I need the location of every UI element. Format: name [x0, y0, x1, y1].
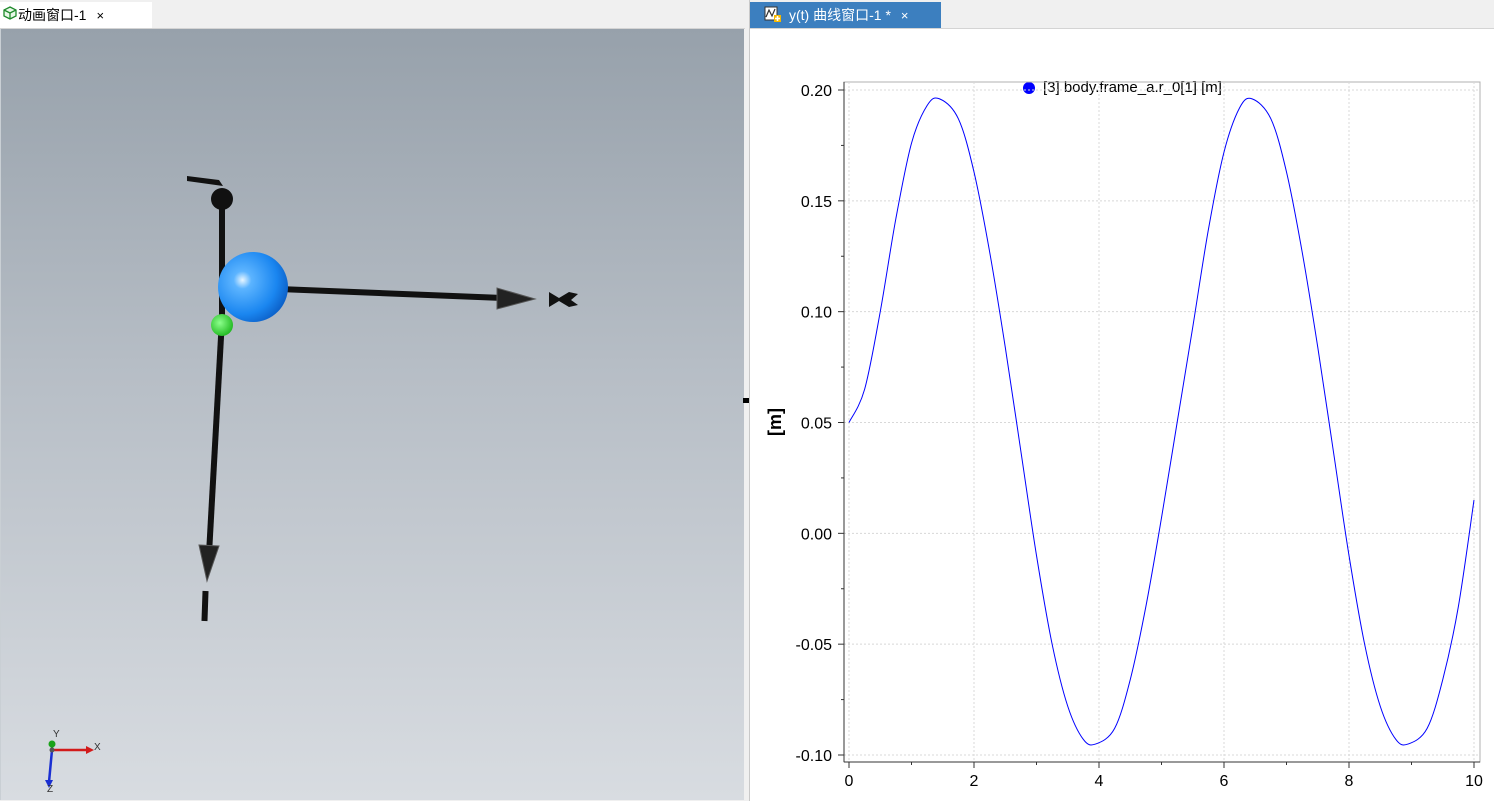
- right-tab-bar: y(t) 曲线窗口-1 * ×: [750, 0, 1494, 29]
- orientation-triad: [45, 740, 94, 788]
- x-axis-rod: [252, 285, 504, 301]
- tab-title: 动画窗口-1: [18, 7, 87, 23]
- close-icon[interactable]: ×: [96, 9, 104, 22]
- animation-pane: 动画窗口-1 × X Y Z: [0, 0, 745, 801]
- pivot-joint: [211, 188, 233, 210]
- y-tick-label: 0.00: [801, 526, 832, 543]
- tab-animation-window[interactable]: 动画窗口-1 ×: [0, 2, 152, 28]
- 3d-scene: X Y Z: [45, 176, 578, 795]
- left-tab-bar: 动画窗口-1 ×: [0, 0, 745, 29]
- series-line: [848, 97, 1475, 746]
- axis-label-glyph-bottom: [201, 590, 209, 622]
- tab-title: y(t) 曲线窗口-1 *: [789, 7, 891, 23]
- x-axis-arrowhead: [496, 287, 537, 310]
- y-tick-label: -0.10: [796, 748, 833, 765]
- green-marker: [211, 314, 233, 336]
- line-chart: 0 2 4 6 8 10 0.20 0.15 0.10 0.05 0.00 -0.05 -0.10 [m]: [765, 81, 1483, 790]
- triad-y-label: Y: [53, 729, 60, 740]
- 3d-viewport[interactable]: X Y Z: [0, 29, 744, 800]
- y-tick-label: 0.05: [801, 416, 832, 433]
- y-tick-label: 0.15: [801, 194, 832, 211]
- x-tick-label: 2: [970, 773, 979, 790]
- x-tick-label: 0: [845, 773, 854, 790]
- body-sphere: [218, 252, 288, 322]
- y-axis-label: [m]: [765, 408, 785, 436]
- axis-label-glyph-top: [187, 176, 223, 186]
- y-tick-label: 0.10: [801, 305, 832, 322]
- y-tick-label: -0.05: [796, 637, 833, 654]
- triad-z-label: Z: [47, 784, 53, 795]
- x-tick-label: 8: [1345, 773, 1354, 790]
- triad-x-label: X: [94, 742, 101, 753]
- z-axis-rod: [206, 318, 225, 555]
- x-tick-label: 10: [1465, 773, 1483, 790]
- x-tick-label: 4: [1095, 773, 1104, 790]
- cube-icon: [3, 6, 17, 20]
- y-tick-label: 0.20: [801, 83, 832, 100]
- plot-area[interactable]: [3] body.frame_a.r_0[1] [m] 0 2 4 6 8 10 0.20 0…: [750, 29, 1494, 801]
- plot-icon: [764, 6, 781, 22]
- axis-label-glyph-right: [549, 292, 578, 307]
- plot-pane: y(t) 曲线窗口-1 * × [3] body.frame_a.r_0[1] …: [749, 0, 1494, 801]
- tab-plot-window[interactable]: y(t) 曲线窗口-1 * ×: [750, 2, 941, 28]
- close-icon[interactable]: ×: [901, 9, 909, 22]
- z-axis-arrowhead: [198, 544, 220, 583]
- x-tick-label: 6: [1220, 773, 1229, 790]
